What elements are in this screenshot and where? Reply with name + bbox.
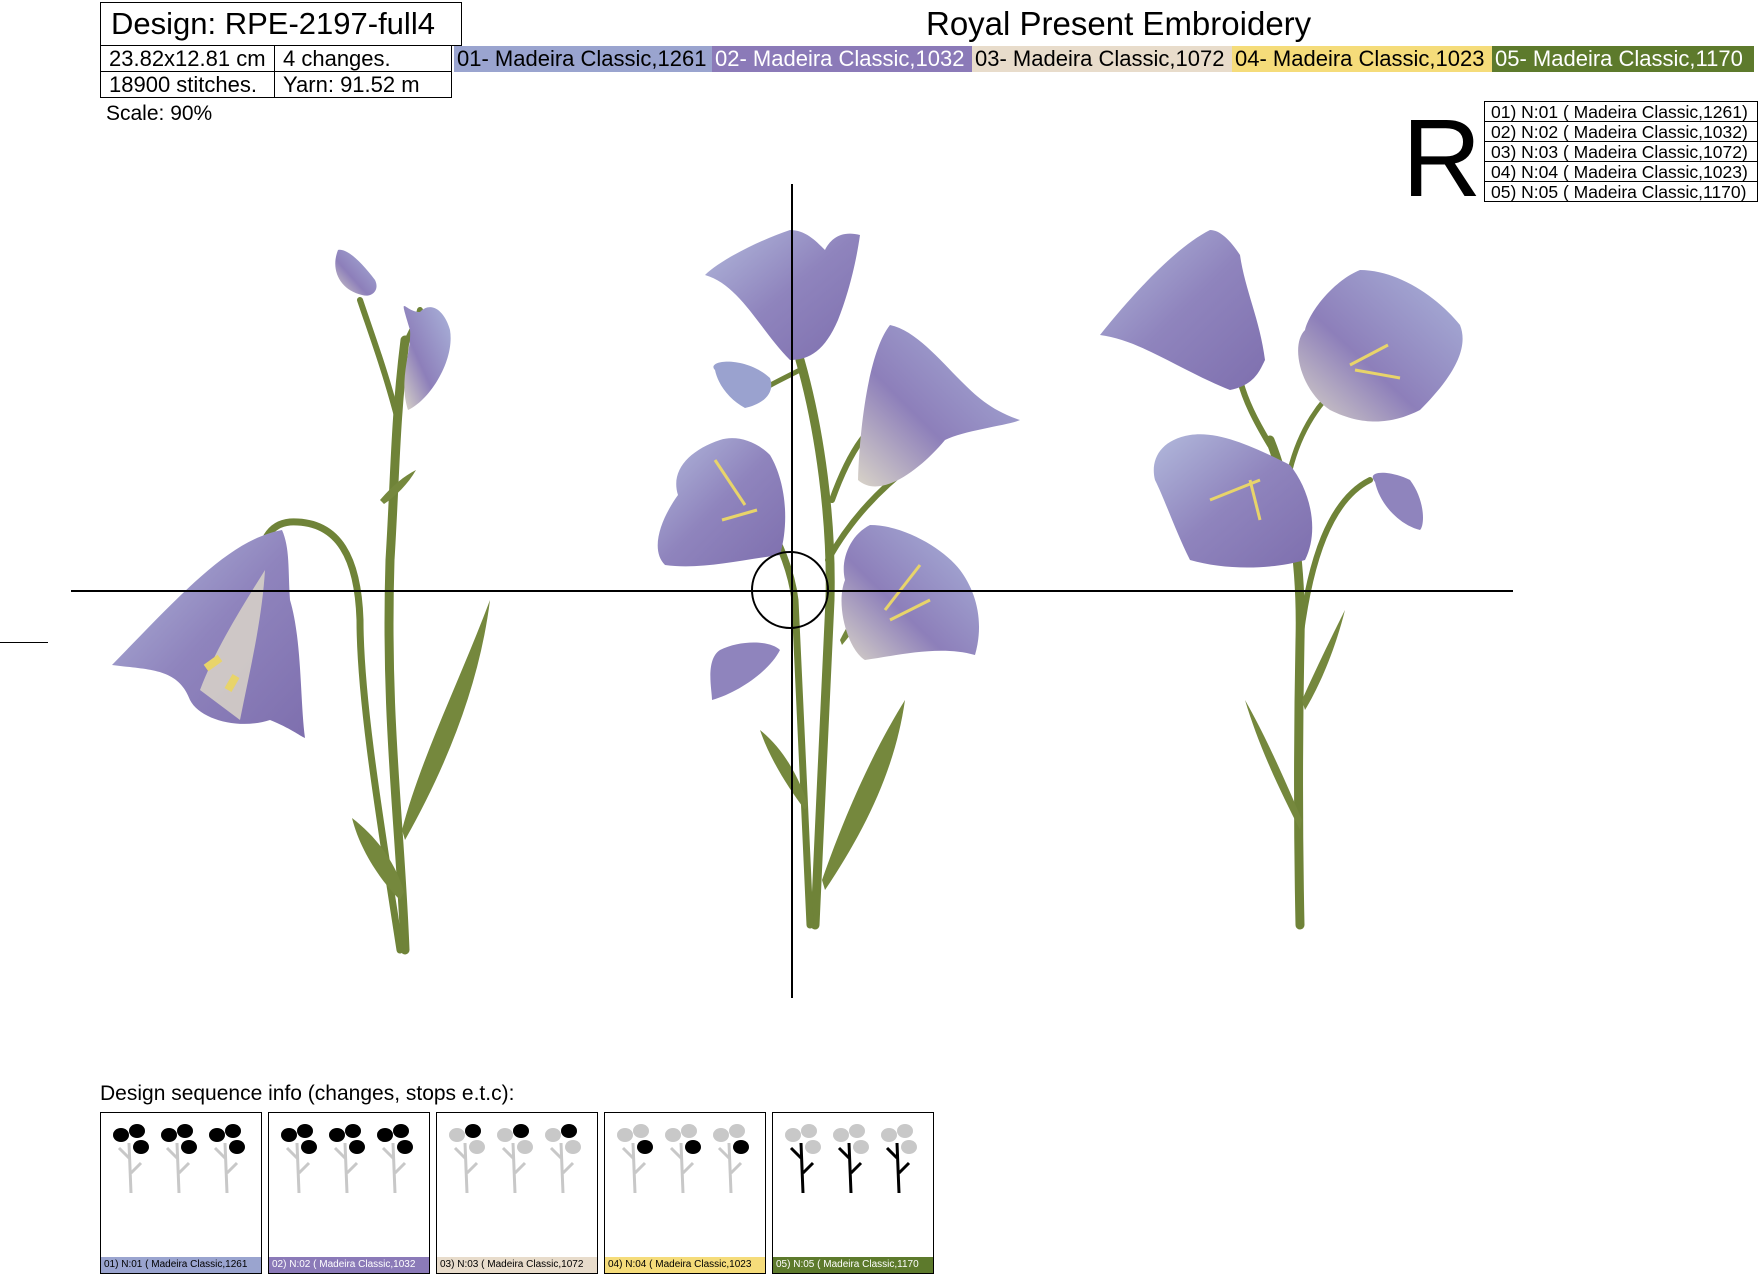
sequence-thumb-4: 04) N:04 ( Madeira Classic,1023 [604, 1112, 766, 1274]
flower-group-center [657, 230, 1020, 930]
thumb-flower-silhouette [225, 1124, 241, 1138]
thumb-flower-silhouette [133, 1140, 149, 1154]
thumb-flower-silhouette [881, 1128, 897, 1142]
thumb-flower-silhouette [897, 1124, 913, 1138]
thumb-flower-silhouette [465, 1124, 481, 1138]
thumb-flower-silhouette [733, 1140, 749, 1154]
thumb-flower-silhouette [633, 1124, 649, 1138]
thumb-flower-silhouette [181, 1140, 197, 1154]
embroidery-preview [112, 230, 1463, 955]
thumb-flower-silhouette [469, 1140, 485, 1154]
thumb-flower-silhouette [349, 1140, 365, 1154]
thumb-flower-silhouette [805, 1140, 821, 1154]
thumb-flower-silhouette [449, 1128, 465, 1142]
thumb-flower-silhouette [853, 1140, 869, 1154]
thumb-flower-silhouette [785, 1128, 801, 1142]
thumb-flower-silhouette [281, 1128, 297, 1142]
thumb-flower-silhouette [497, 1128, 513, 1142]
bellflower [1100, 230, 1463, 568]
thumb-flower-silhouette [665, 1128, 681, 1142]
thumb-flower-silhouette [561, 1124, 577, 1138]
thumb-flower-silhouette [901, 1140, 917, 1154]
sequence-thumb-5: 05) N:05 ( Madeira Classic,1170 [772, 1112, 934, 1274]
thumb-flower-silhouette [229, 1140, 245, 1154]
thumb-flower-silhouette [345, 1124, 361, 1138]
thumb-flower-silhouette [685, 1140, 701, 1154]
thumb-flower-silhouette [545, 1128, 561, 1142]
thumb-flower-silhouette [301, 1140, 317, 1154]
thumb-flower-silhouette [113, 1128, 129, 1142]
sequence-thumb-preview [281, 1124, 413, 1194]
flower-group-left [112, 249, 490, 955]
sequence-thumb-preview [113, 1124, 245, 1194]
thumb-flower-silhouette [329, 1128, 345, 1142]
flower-bud [335, 249, 451, 410]
sequence-thumb-label: 03) N:03 ( Madeira Classic,1072 [437, 1257, 597, 1273]
thumb-flower-silhouette [713, 1128, 729, 1142]
thumb-flower-silhouette [681, 1124, 697, 1138]
thumb-flower-silhouette [517, 1140, 533, 1154]
bellflower [657, 230, 1020, 700]
sequence-thumb-1: 01) N:01 ( Madeira Classic,1261 [100, 1112, 262, 1274]
sequence-title: Design sequence info (changes, stops e.t… [100, 1082, 515, 1105]
flower-group-right [1100, 230, 1463, 930]
leaf [352, 470, 490, 900]
thumb-flower-silhouette [161, 1128, 177, 1142]
thumb-flower-silhouette [209, 1128, 225, 1142]
thumb-flower-silhouette [129, 1124, 145, 1138]
thumb-flower-silhouette [801, 1124, 817, 1138]
sequence-thumb-preview [617, 1124, 749, 1194]
thumb-flower-silhouette [297, 1124, 313, 1138]
side-tick-mark [0, 642, 48, 643]
sequence-thumb-label: 02) N:02 ( Madeira Classic,1032 [269, 1257, 429, 1273]
sequence-thumb-label: 05) N:05 ( Madeira Classic,1170 [773, 1257, 933, 1273]
sequence-thumb-2: 02) N:02 ( Madeira Classic,1032 [268, 1112, 430, 1274]
sequence-thumb-preview [785, 1124, 917, 1194]
sequence-thumb-3: 03) N:03 ( Madeira Classic,1072 [436, 1112, 598, 1274]
thumb-flower-silhouette [177, 1124, 193, 1138]
thumb-flower-silhouette [849, 1124, 865, 1138]
thumb-flower-silhouette [729, 1124, 745, 1138]
thumb-flower-silhouette [637, 1140, 653, 1154]
thumb-flower-silhouette [565, 1140, 581, 1154]
thumb-flower-silhouette [833, 1128, 849, 1142]
thumb-flower-silhouette [393, 1124, 409, 1138]
bellflower [112, 530, 305, 738]
thumb-flower-silhouette [617, 1128, 633, 1142]
sequence-thumb-preview [449, 1124, 581, 1194]
crosshair-center-circle [751, 551, 829, 629]
sequence-thumb-label: 04) N:04 ( Madeira Classic,1023 [605, 1257, 765, 1273]
thumb-flower-silhouette [377, 1128, 393, 1142]
thumb-flower-silhouette [397, 1140, 413, 1154]
sequence-thumb-label: 01) N:01 ( Madeira Classic,1261 [101, 1257, 261, 1273]
thumb-flower-silhouette [513, 1124, 529, 1138]
